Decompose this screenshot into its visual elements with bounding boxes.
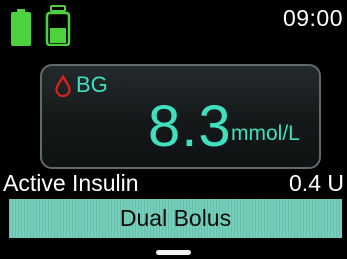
bg-label: BG [76,72,108,97]
active-insulin-value: 0.4 U [289,170,344,196]
battery-full-icon [11,9,31,46]
blood-drop-icon [55,75,71,97]
insulin-reservoir-icon [45,5,71,46]
dual-bolus-label: Dual Bolus [119,205,232,231]
pump-screen: 09:00 BG 8.3 mmol/L Active Insulin 0.4 U… [0,0,347,259]
bg-value: 8.3 [148,94,232,159]
bg-unit: mmol/L [231,122,300,145]
clock-time: 09:00 [282,5,343,31]
dual-bolus-button[interactable]: Dual Bolus [9,199,342,238]
active-insulin-label: Active Insulin [3,170,139,196]
bg-reading-panel[interactable]: BG 8.3 mmol/L [40,64,321,169]
scroll-indicator [156,250,191,255]
